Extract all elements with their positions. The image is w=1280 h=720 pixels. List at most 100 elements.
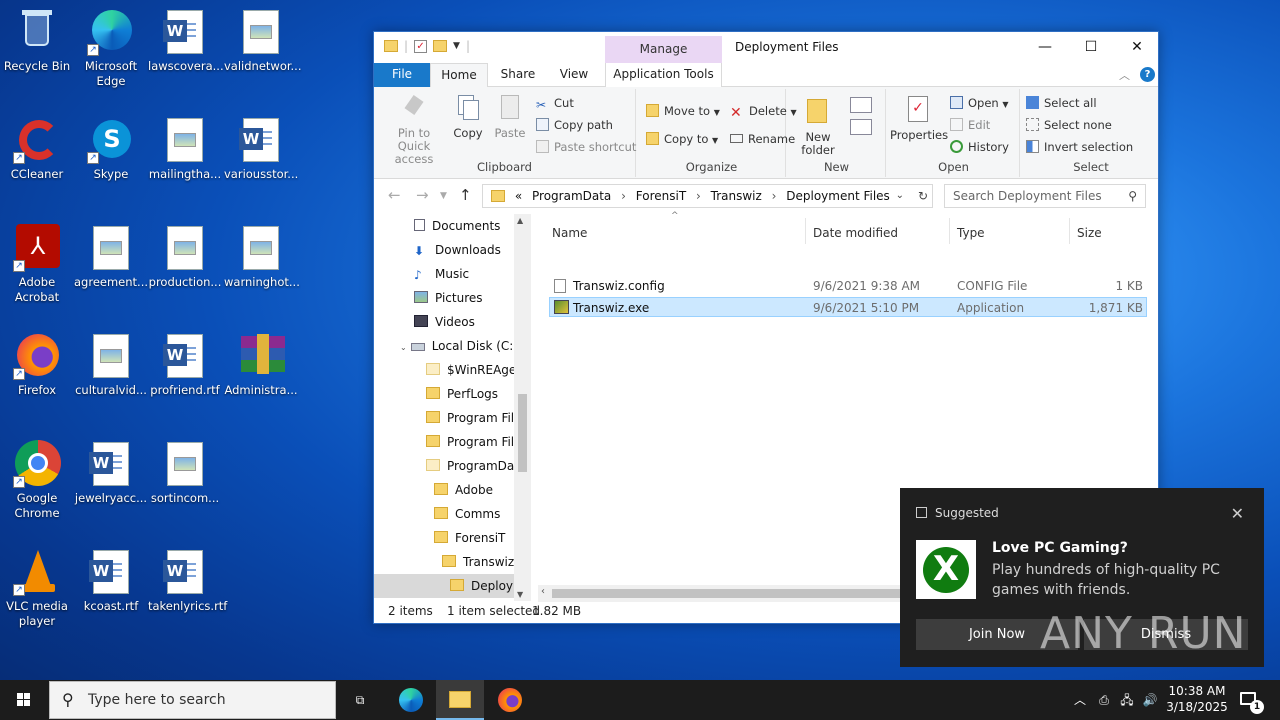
- address-overflow[interactable]: «: [515, 189, 522, 203]
- taskbar-edge-icon[interactable]: [386, 680, 434, 720]
- move-to-button[interactable]: Move to ▼: [646, 101, 720, 121]
- desktop-icon-skype[interactable]: S ↗ Skype: [74, 116, 148, 182]
- help-icon[interactable]: ?: [1140, 67, 1155, 82]
- nav-item-local-disk[interactable]: ⌄ Local Disk (C:): [400, 334, 518, 358]
- clock[interactable]: 10:38 AM 3/18/2025: [1166, 680, 1228, 720]
- desktop-icon-sortincom[interactable]: sortincom...: [148, 440, 222, 506]
- select-none-button[interactable]: Select none: [1026, 115, 1112, 135]
- volume-icon[interactable]: 🔊: [1140, 680, 1160, 720]
- start-button[interactable]: [0, 680, 48, 720]
- scroll-thumb[interactable]: [552, 589, 902, 598]
- notification-center-icon[interactable]: 1: [1236, 680, 1266, 720]
- desktop-icon-firefox[interactable]: ↗ Firefox: [0, 332, 74, 398]
- delete-button[interactable]: ✕ Delete ▼: [730, 101, 797, 121]
- copy-button[interactable]: Copy: [450, 93, 486, 140]
- column-header-date[interactable]: Date modified: [813, 226, 898, 240]
- paste-shortcut-button[interactable]: Paste shortcut: [536, 137, 636, 157]
- tab-share[interactable]: Share: [492, 63, 544, 87]
- nav-item-pictures[interactable]: Pictures: [414, 286, 483, 310]
- minimize-button[interactable]: —: [1022, 32, 1068, 62]
- forward-arrow-icon[interactable]: →: [416, 186, 429, 204]
- desktop-icon-lawscovera[interactable]: W lawscovera...: [148, 8, 224, 74]
- close-button[interactable]: ✕: [1114, 32, 1160, 62]
- desktop-icon-agreement[interactable]: agreement...: [74, 224, 148, 290]
- nav-item-music[interactable]: ♪ Music: [414, 262, 469, 286]
- collapse-ribbon-icon[interactable]: ︿: [1119, 67, 1130, 83]
- copy-path-button[interactable]: Copy path: [536, 115, 613, 135]
- desktop-icon-culturalvid[interactable]: culturalvid...: [74, 332, 148, 398]
- scroll-up-icon[interactable]: ▲: [517, 216, 523, 225]
- desktop-icon-acrobat[interactable]: ⅄ ↗ Adobe Acrobat: [0, 224, 74, 305]
- easy-access-icon[interactable]: [850, 119, 872, 135]
- network-icon[interactable]: 🖧: [1117, 680, 1137, 720]
- nav-item-documents[interactable]: Documents: [414, 214, 500, 238]
- new-item-icon[interactable]: [850, 97, 872, 113]
- new-folder-button[interactable]: New folder: [794, 97, 842, 157]
- column-separator[interactable]: [1069, 218, 1070, 244]
- paste-button[interactable]: Paste: [490, 93, 530, 140]
- chevron-up-icon[interactable]: ︿: [1070, 680, 1090, 720]
- column-header-type[interactable]: Type: [957, 226, 985, 240]
- desktop-icon-takenlyrics[interactable]: W takenlyrics.rtf: [148, 548, 227, 614]
- nav-item-forensit[interactable]: ForensiT: [434, 526, 505, 550]
- pin-quick-access-button[interactable]: Pin to Quick access: [380, 93, 448, 166]
- nav-item-perflogs[interactable]: PerfLogs: [426, 382, 498, 406]
- desktop-icon-validnetwor[interactable]: validnetwor...: [224, 8, 302, 74]
- desktop-icon-administra[interactable]: Administra...: [224, 332, 298, 398]
- desktop-icon-variousstor[interactable]: W variousstor...: [224, 116, 298, 182]
- taskbar-search-input[interactable]: ⚲ Type here to search: [49, 681, 336, 719]
- nav-item-videos[interactable]: Videos: [414, 310, 475, 334]
- tab-view[interactable]: View: [548, 63, 600, 87]
- desktop-icon-profriend[interactable]: W profriend.rtf: [148, 332, 222, 398]
- desktop-icon-warninghot[interactable]: warninghot...: [224, 224, 300, 290]
- up-arrow-icon[interactable]: ↑: [459, 186, 472, 204]
- desktop-icon-chrome[interactable]: ↗ Google Chrome: [0, 440, 74, 521]
- file-row[interactable]: Transwiz.exe 9/6/2021 5:10 PM Applicatio…: [549, 297, 1147, 317]
- expand-arrow-icon[interactable]: ⌄: [400, 343, 407, 352]
- taskbar-firefox-icon[interactable]: [485, 680, 533, 720]
- history-button[interactable]: History: [950, 137, 1009, 157]
- select-all-button[interactable]: Select all: [1026, 93, 1097, 113]
- breadcrumb-forensit[interactable]: ForensiT: [636, 189, 686, 203]
- breadcrumb-programdata[interactable]: ProgramData: [532, 189, 611, 203]
- scroll-down-icon[interactable]: ▼: [517, 590, 523, 599]
- nav-item-program-files-x86[interactable]: Program Files: [426, 430, 528, 454]
- open-button[interactable]: Open ▼: [950, 93, 1009, 113]
- breadcrumb-transwiz[interactable]: Transwiz: [711, 189, 762, 203]
- properties-button[interactable]: ✓ Properties: [890, 95, 948, 142]
- taskbar-explorer-icon[interactable]: [436, 680, 484, 720]
- desktop-icon-kcoast[interactable]: W kcoast.rtf: [74, 548, 148, 614]
- maximize-button[interactable]: ☐: [1068, 32, 1114, 62]
- back-arrow-icon[interactable]: ←: [388, 186, 401, 204]
- column-separator[interactable]: [805, 218, 806, 244]
- nav-item-comms[interactable]: Comms: [434, 502, 500, 526]
- nav-item-program-files[interactable]: Program Files: [426, 406, 528, 430]
- close-icon[interactable]: ✕: [1231, 504, 1244, 523]
- nav-item-downloads[interactable]: ⬇ Downloads: [414, 238, 501, 262]
- nav-item-transwiz[interactable]: Transwiz: [442, 550, 514, 574]
- desktop-icon-production[interactable]: production...: [148, 224, 222, 290]
- scroll-thumb[interactable]: [518, 394, 527, 472]
- nav-item-programdata[interactable]: ProgramData: [426, 454, 526, 478]
- invert-selection-button[interactable]: Invert selection: [1026, 137, 1133, 157]
- column-header-size[interactable]: Size: [1077, 226, 1102, 240]
- nav-scrollbar[interactable]: ▲ ▼: [514, 214, 531, 601]
- manage-tab[interactable]: Manage: [605, 36, 722, 63]
- column-header-name[interactable]: Name: [552, 226, 587, 240]
- chevron-down-icon[interactable]: ⌄: [896, 185, 904, 207]
- file-row[interactable]: Transwiz.config 9/6/2021 9:38 AM CONFIG …: [549, 276, 1147, 296]
- refresh-icon[interactable]: ↻: [918, 185, 928, 207]
- new-folder-qat-icon[interactable]: [433, 40, 448, 52]
- column-separator[interactable]: [949, 218, 950, 244]
- customize-qat-icon[interactable]: ▼: [453, 41, 460, 51]
- desktop-icon-edge[interactable]: ↗ Microsoft Edge: [74, 8, 148, 89]
- task-view-icon[interactable]: ⧉: [336, 680, 384, 720]
- tab-home[interactable]: Home: [430, 63, 488, 88]
- nav-item-adobe[interactable]: Adobe: [434, 478, 493, 502]
- tab-application-tools[interactable]: Application Tools: [605, 63, 722, 87]
- rename-button[interactable]: Rename: [730, 129, 795, 149]
- search-input[interactable]: Search Deployment Files ⚲: [944, 184, 1146, 208]
- edit-button[interactable]: Edit: [950, 115, 990, 135]
- nav-item-deployment-files[interactable]: Deployment Files: [374, 574, 531, 598]
- tab-file[interactable]: File: [374, 63, 430, 87]
